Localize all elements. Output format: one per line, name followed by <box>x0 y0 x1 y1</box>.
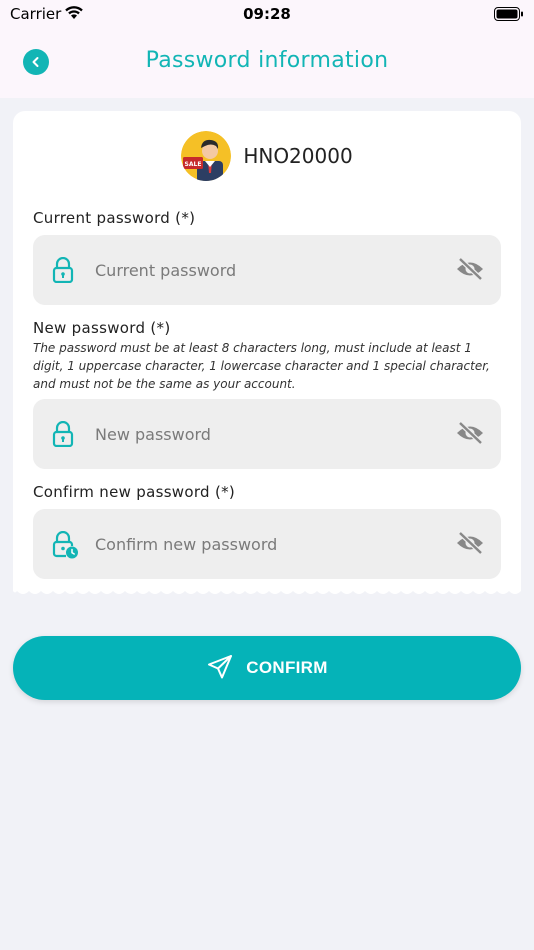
card-scalloped-edge <box>13 587 521 594</box>
lock-icon <box>51 256 75 287</box>
new-password-input[interactable] <box>95 414 435 454</box>
page-title: Password information <box>145 48 389 73</box>
confirm-button[interactable]: CONFIRM <box>13 636 521 700</box>
profile-row: SALE HNO20000 <box>13 129 521 183</box>
current-password-label: Current password (*) <box>33 209 196 227</box>
app-header: Password information <box>0 30 534 98</box>
confirm-password-field[interactable] <box>33 509 501 579</box>
confirm-button-label: CONFIRM <box>246 658 328 677</box>
eye-off-icon[interactable] <box>455 531 485 559</box>
send-icon <box>206 653 234 684</box>
password-form-card: SALE HNO20000 Current password (*) New p… <box>13 111 521 591</box>
eye-off-icon[interactable] <box>455 257 485 285</box>
avatar: SALE <box>181 131 232 181</box>
lock-icon <box>51 420 75 451</box>
status-bar: Carrier 09:28 <box>0 0 534 30</box>
confirm-password-input[interactable] <box>95 524 435 564</box>
password-rules-hint: The password must be at least 8 characte… <box>33 341 490 391</box>
lock-clock-icon <box>51 530 79 563</box>
eye-off-icon[interactable] <box>455 421 485 449</box>
new-password-field[interactable] <box>33 399 501 469</box>
battery-icon <box>494 6 524 25</box>
username: HNO20000 <box>243 144 353 168</box>
confirm-password-label: Confirm new password (*) <box>33 483 236 501</box>
status-time: 09:28 <box>243 5 291 23</box>
avatar-badge-text: SALE <box>185 161 202 168</box>
current-password-input[interactable] <box>95 250 435 290</box>
new-password-label: New password (*) <box>33 319 171 337</box>
current-password-field[interactable] <box>33 235 501 305</box>
